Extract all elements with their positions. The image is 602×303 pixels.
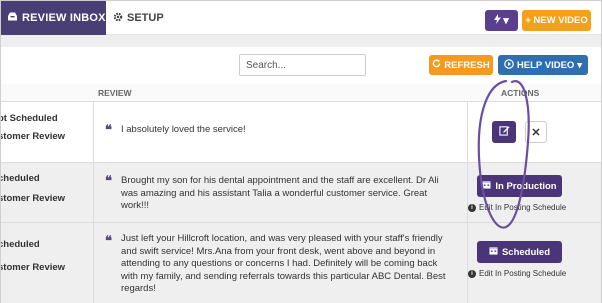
info-icon: i <box>468 203 476 212</box>
tab-setup-label: SETUP <box>127 12 164 24</box>
status-cell: cheduled stomer Review <box>1 223 93 303</box>
tab-review-inbox[interactable]: REVIEW INBOX <box>1 1 106 41</box>
review-type-label: stomer Review <box>0 131 66 142</box>
quote-icon: ❝ <box>105 123 112 138</box>
close-icon: ✕ <box>531 126 541 139</box>
status-label: cheduled <box>0 239 40 250</box>
review-text: Brought my son for his dental appointmen… <box>121 175 439 211</box>
refresh-icon <box>432 59 441 71</box>
quote-icon: ❝ <box>105 234 112 249</box>
scheduled-button[interactable]: Scheduled <box>477 241 562 263</box>
edit-posting-schedule-label: Edit In Posting Schedule <box>479 203 567 212</box>
tab-setup[interactable]: SETUP <box>113 1 164 35</box>
in-production-label: In Production <box>495 180 557 192</box>
table-row: ot Scheduled stomer Review ❝ I absolutel… <box>1 102 601 163</box>
refresh-label: REFRESH <box>444 59 490 71</box>
info-icon: i <box>468 269 476 278</box>
status-label: ot Scheduled <box>0 113 58 124</box>
review-text: I absolutely loved the service! <box>121 124 246 135</box>
delete-button[interactable]: ✕ <box>525 121 547 143</box>
edit-button[interactable] <box>492 121 516 143</box>
table-header: REVIEW ACTIONS <box>1 84 601 102</box>
help-video-button[interactable]: HELP VIDEO ▾ <box>498 55 588 75</box>
section-band <box>1 35 601 47</box>
refresh-button[interactable]: REFRESH <box>429 55 493 75</box>
chevron-down-icon: ▾ <box>503 15 509 27</box>
gear-icon <box>113 12 123 25</box>
search-placeholder: Search... <box>246 59 287 71</box>
column-actions: ACTIONS <box>501 88 540 98</box>
inbox-icon <box>7 12 18 24</box>
quote-icon: ❝ <box>105 174 112 189</box>
edit-icon <box>498 125 510 139</box>
status-cell: cheduled stomer Review <box>1 163 93 222</box>
calendar-icon <box>482 180 491 192</box>
table-row: cheduled stomer Review ❝ Just left your … <box>1 223 601 303</box>
play-circle-icon <box>504 58 514 72</box>
caret-down-icon: ▾ <box>577 59 583 71</box>
bolt-icon <box>494 14 502 27</box>
scheduled-label: Scheduled <box>501 246 551 258</box>
top-nav: REVIEW INBOX SETUP ▾ + NEW VIDEO <box>1 1 601 41</box>
new-video-label: + NEW VIDEO <box>525 15 588 26</box>
actions-dropdown-button[interactable]: ▾ <box>485 10 518 31</box>
review-text: Just left your Hillcroft location, and w… <box>121 233 446 294</box>
status-label: cheduled <box>0 173 40 184</box>
edit-posting-schedule-link[interactable]: i Edit In Posting Schedule <box>468 203 566 212</box>
edit-posting-schedule-label: Edit In Posting Schedule <box>479 269 567 278</box>
status-cell: ot Scheduled stomer Review <box>1 102 93 162</box>
tab-review-inbox-label: REVIEW INBOX <box>22 12 106 24</box>
review-type-label: stomer Review <box>0 193 66 204</box>
new-video-button[interactable]: + NEW VIDEO <box>522 10 591 31</box>
search-input[interactable]: Search... <box>239 54 366 76</box>
review-type-label: stomer Review <box>0 262 66 273</box>
in-production-button[interactable]: In Production <box>477 175 562 197</box>
table-row: cheduled stomer Review ❝ Brought my son … <box>1 163 601 223</box>
column-review: REVIEW <box>98 88 132 98</box>
calendar-icon <box>489 246 498 258</box>
edit-posting-schedule-link[interactable]: i Edit In Posting Schedule <box>468 269 566 278</box>
help-video-label: HELP VIDEO <box>516 59 575 71</box>
app-frame: REVIEW INBOX SETUP ▾ + NEW VIDEO Search.… <box>0 0 602 303</box>
